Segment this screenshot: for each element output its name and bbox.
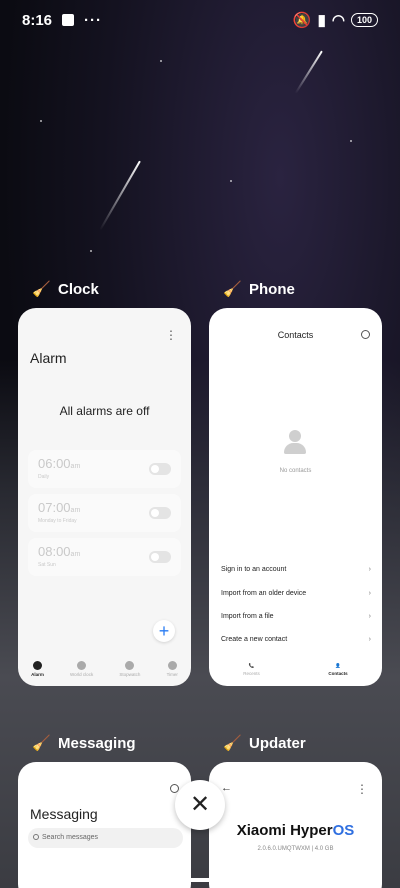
world-clock-icon [77, 661, 87, 670]
clock-tabbar: Alarm World clock Stopwatch Timer [18, 652, 191, 686]
app-name: Messaging [58, 734, 136, 752]
empty-state-text: All alarms are off [59, 404, 150, 418]
alarm-time: 07:00 [38, 500, 71, 515]
star [40, 120, 42, 122]
tab-recents: 📞 Recents [243, 662, 260, 676]
tab-alarm: Alarm [31, 661, 44, 677]
alarm-ampm: am [70, 507, 81, 514]
alarm-row: 08:00am Sat Sun [28, 538, 181, 576]
person-icon [284, 430, 306, 454]
alarm-ampm: am [70, 551, 81, 558]
contacts-icon: 👤 [335, 662, 341, 668]
phone-app-card[interactable]: Contacts No contacts Sign in to an accou… [209, 308, 382, 686]
star [350, 140, 352, 142]
contact-option: Create a new contact › [221, 636, 371, 643]
tab-timer: Timer [167, 661, 178, 677]
version-text: 2.0.6.0.UMQTWXM | 4.0 GB [257, 846, 334, 852]
star [230, 180, 232, 182]
clean-icon: 🧹 [32, 735, 51, 752]
star [160, 60, 162, 62]
shooting-star [99, 160, 141, 231]
app-header-phone[interactable]: 🧹 Phone [223, 280, 295, 299]
phone-tabbar: 📞 Recents 👤 Contacts [209, 652, 382, 686]
more-options-icon: ⋮ [356, 782, 368, 796]
screen-title: Messaging [30, 806, 98, 822]
shooting-star [294, 50, 323, 94]
back-arrow-icon: ← [221, 782, 232, 794]
alarm-repeat: Monday to Friday [38, 518, 77, 524]
contact-option: Import from a file › [221, 613, 371, 620]
chevron-right-icon: › [368, 590, 371, 597]
alarm-row: 06:00am Daily [28, 450, 181, 488]
status-bar: 8:16 ··· 🔕 ▮ ◠ 100 [0, 0, 400, 40]
clean-icon: 🧹 [32, 281, 51, 298]
clean-icon: 🧹 [223, 281, 242, 298]
app-name: Updater [249, 734, 306, 752]
messaging-app-card[interactable]: Messaging Search messages [18, 762, 191, 888]
add-alarm-icon: + [153, 620, 175, 642]
battery-icon: 100 [350, 13, 378, 27]
alarm-toggle [149, 507, 171, 519]
chevron-right-icon: › [368, 636, 371, 643]
search-messages-field: Search messages [28, 828, 183, 848]
clear-all-button[interactable]: ✕ [175, 780, 225, 830]
status-time: 8:16 [22, 11, 53, 29]
chevron-right-icon: › [368, 613, 371, 620]
app-name: Clock [58, 280, 99, 298]
star [90, 250, 92, 252]
screen-title: Contacts [277, 330, 314, 340]
tab-contacts: 👤 Contacts [328, 662, 348, 676]
more-notifications-icon: ··· [84, 11, 103, 29]
settings-icon [361, 330, 370, 339]
alarm-icon [32, 661, 42, 670]
updater-app-card[interactable]: ← ⋮ Xiaomi HyperOS 2.0.6.0.UMQTWXM | 4.0… [209, 762, 382, 888]
app-header-clock[interactable]: 🧹 Clock [32, 280, 99, 299]
contact-option: Import from an older device › [221, 590, 371, 597]
tab-world-clock: World clock [70, 661, 93, 677]
alarm-repeat: Sat Sun [38, 562, 56, 568]
clean-icon: 🧹 [223, 735, 242, 752]
empty-state-text: No contacts [279, 468, 312, 474]
app-name: Phone [249, 280, 295, 298]
alarm-time: 06:00 [38, 456, 71, 471]
alarm-toggle [149, 463, 171, 475]
alarm-toggle [149, 551, 171, 563]
chevron-right-icon: › [368, 566, 371, 573]
alarm-row: 07:00am Monday to Friday [28, 494, 181, 532]
phone-icon: 📞 [248, 662, 255, 668]
timer-icon [167, 661, 177, 670]
screen-title: Alarm [30, 350, 67, 366]
mute-icon: 🔕 [292, 12, 312, 29]
clock-app-card[interactable]: ⋮ Alarm All alarms are off 06:00am Daily… [18, 308, 191, 686]
home-indicator[interactable] [123, 878, 277, 882]
notification-icon [62, 14, 75, 26]
brand-logo-text: Xiaomi HyperOS [236, 822, 355, 839]
stopwatch-icon [125, 661, 135, 670]
alarm-time: 08:00 [38, 544, 71, 559]
more-options-icon: ⋮ [165, 328, 177, 342]
contact-option: Sign in to an account › [221, 566, 371, 573]
tab-stopwatch: Stopwatch [119, 661, 140, 677]
search-icon [33, 834, 39, 840]
alarm-ampm: am [70, 463, 81, 470]
signal-icon: ▮ [317, 12, 326, 29]
wifi-icon: ◠ [331, 12, 345, 29]
alarm-repeat: Daily [38, 474, 50, 480]
app-header-updater[interactable]: 🧹 Updater [223, 734, 306, 753]
app-header-messaging[interactable]: 🧹 Messaging [32, 734, 136, 753]
